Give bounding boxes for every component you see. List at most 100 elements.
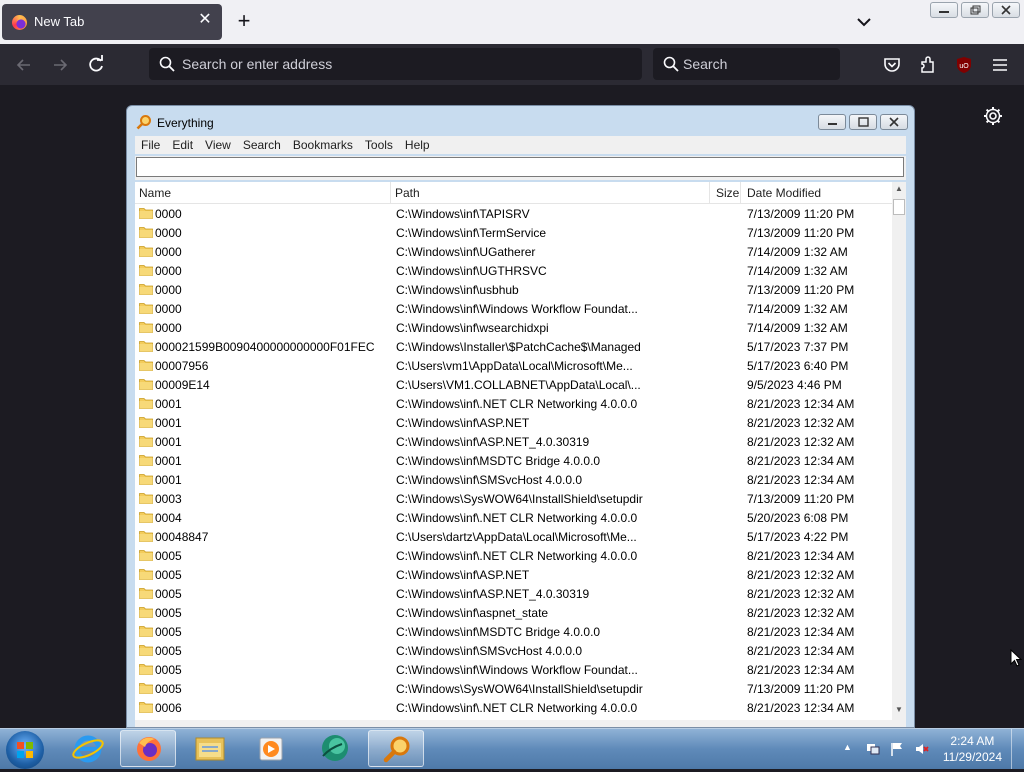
reload-icon[interactable] <box>85 54 107 76</box>
row-name: 0005 <box>155 568 182 582</box>
folder-icon <box>139 435 153 447</box>
folder-icon <box>139 530 153 542</box>
menu-tools[interactable]: Tools <box>359 136 399 154</box>
table-row[interactable]: 0000 C:\Windows\inf\wsearchidxpi 7/14/2009… <box>135 318 892 337</box>
table-row[interactable]: 0000 C:\Windows\inf\usbhub 7/13/2009 11:20… <box>135 280 892 299</box>
row-path: C:\Windows\inf\UGTHRSVC <box>396 264 547 278</box>
search-bar[interactable]: Search <box>653 48 840 80</box>
start-button[interactable] <box>6 731 44 769</box>
table-row[interactable]: 0005 C:\Windows\inf\ASP.NET_4.0.30319 8/21… <box>135 584 892 603</box>
row-name: 0005 <box>155 549 182 563</box>
column-path-header[interactable]: Path <box>395 186 420 200</box>
menu-edit[interactable]: Edit <box>166 136 199 154</box>
gear-icon[interactable] <box>982 105 1004 127</box>
volume-muted-icon[interactable] <box>914 741 930 757</box>
menu-file[interactable]: File <box>135 136 166 154</box>
tab-new-tab[interactable]: New Tab ✕ <box>2 4 222 40</box>
table-row[interactable]: 0003 C:\Windows\SysWOW64\InstallShield\se… <box>135 489 892 508</box>
system-clock[interactable]: 2:24 AM 11/29/2024 <box>943 733 1002 765</box>
vertical-scrollbar[interactable]: ▲ ▼ <box>892 182 906 727</box>
table-row[interactable]: 0000 C:\Windows\inf\TermService 7/13/2009 … <box>135 223 892 242</box>
everything-search-input[interactable] <box>136 157 904 177</box>
table-row[interactable]: 000021599B0090400000000000F01FEC C:\Windo… <box>135 337 892 356</box>
table-row[interactable]: 0000 C:\Windows\inf\TAPISRV 7/13/2009 11:2… <box>135 204 892 223</box>
table-row[interactable]: 0006 C:\Windows\inf\.NET CLR Networking 4… <box>135 698 892 717</box>
menu-view[interactable]: View <box>199 136 237 154</box>
taskbar-file-explorer[interactable] <box>182 730 238 767</box>
ublock-origin-icon[interactable]: uO <box>953 54 975 76</box>
table-row[interactable]: 0001 C:\Windows\inf\ASP.NET 8/21/2023 12:3… <box>135 413 892 432</box>
new-tab-button[interactable]: + <box>232 9 256 33</box>
folder-icon <box>139 283 153 295</box>
everything-minimize-button[interactable] <box>818 114 846 130</box>
taskbar-everything[interactable] <box>368 730 424 767</box>
column-size-header[interactable]: Size <box>716 186 739 200</box>
horizontal-scrollbar[interactable] <box>135 720 892 727</box>
menu-bookmarks[interactable]: Bookmarks <box>287 136 359 154</box>
table-row[interactable]: 0001 C:\Windows\inf\SMSvcHost 4.0.0.0 8/21… <box>135 470 892 489</box>
column-date-header[interactable]: Date Modified <box>747 186 821 200</box>
list-all-tabs-icon[interactable] <box>852 10 876 34</box>
table-row[interactable]: 0005 C:\Windows\inf\.NET CLR Networking 4… <box>135 546 892 565</box>
row-date-modified: 8/21/2023 12:32 AM <box>747 416 855 430</box>
column-divider[interactable] <box>390 182 391 203</box>
back-icon[interactable] <box>13 54 35 76</box>
folder-icon <box>139 454 153 466</box>
menu-icon[interactable] <box>989 54 1011 76</box>
table-row[interactable]: 0005 C:\Windows\inf\MSDTC Bridge 4.0.0.0 8… <box>135 622 892 641</box>
table-row[interactable]: 0000 C:\Windows\inf\UGatherer 7/14/2009 1:… <box>135 242 892 261</box>
everything-maximize-button[interactable] <box>849 114 877 130</box>
taskbar-app-globe[interactable] <box>306 730 362 767</box>
taskbar-internet-explorer[interactable] <box>60 730 116 767</box>
row-date-modified: 8/21/2023 12:32 AM <box>747 568 855 582</box>
table-row[interactable]: 0000 C:\Windows\inf\Windows Workflow Foun… <box>135 299 892 318</box>
extensions-icon[interactable] <box>917 54 939 76</box>
row-date-modified: 8/21/2023 12:34 AM <box>747 397 855 411</box>
table-row[interactable]: 0001 C:\Windows\inf\MSDTC Bridge 4.0.0.0 8… <box>135 451 892 470</box>
table-row[interactable]: 0000 C:\Windows\inf\UGTHRSVC 7/14/2009 1:3… <box>135 261 892 280</box>
tab-close-button[interactable]: ✕ <box>196 11 214 29</box>
minimize-button[interactable] <box>930 2 958 18</box>
folder-icon <box>139 302 153 314</box>
everything-search-area <box>135 156 906 180</box>
table-row[interactable]: 0001 C:\Windows\inf\.NET CLR Networking 4… <box>135 394 892 413</box>
table-row[interactable]: 0004 C:\Windows\inf\.NET CLR Networking 4… <box>135 508 892 527</box>
row-name: 0000 <box>155 283 182 297</box>
row-name: 00048847 <box>155 530 209 544</box>
row-path: C:\Windows\inf\Windows Workflow Foundat.… <box>396 302 638 316</box>
row-name: 0000 <box>155 302 182 316</box>
taskbar-firefox[interactable] <box>120 730 176 767</box>
show-hidden-icons-arrow[interactable]: ▲ <box>843 742 859 758</box>
network-icon[interactable] <box>865 741 881 757</box>
restore-button[interactable] <box>961 2 989 18</box>
table-row[interactable]: 0005 C:\Windows\inf\SMSvcHost 4.0.0.0 8/21… <box>135 641 892 660</box>
table-row[interactable]: 00009E14 C:\Users\VM1.COLLABNET\AppData\L… <box>135 375 892 394</box>
forward-icon[interactable] <box>49 54 71 76</box>
file-explorer-icon <box>195 737 225 761</box>
column-divider[interactable] <box>740 182 741 203</box>
table-row[interactable]: 0001 C:\Windows\inf\ASP.NET_4.0.30319 8/21… <box>135 432 892 451</box>
table-row[interactable]: 0005 C:\Windows\inf\Windows Workflow Foun… <box>135 660 892 679</box>
table-row[interactable]: 0005 C:\Windows\inf\ASP.NET 8/21/2023 12:3… <box>135 565 892 584</box>
action-center-flag-icon[interactable] <box>889 741 905 757</box>
scroll-down-arrow[interactable]: ▼ <box>892 703 906 717</box>
everything-close-button[interactable] <box>880 114 908 130</box>
column-divider[interactable] <box>709 182 710 203</box>
show-desktop-button[interactable] <box>1011 729 1024 769</box>
table-row[interactable]: 0005 C:\Windows\inf\aspnet_state 8/21/2023… <box>135 603 892 622</box>
column-name-header[interactable]: Name <box>139 186 171 200</box>
app-globe-icon <box>322 735 348 761</box>
menu-search[interactable]: Search <box>237 136 287 154</box>
close-window-button[interactable] <box>992 2 1020 18</box>
table-row[interactable]: 0005 C:\Windows\SysWOW64\InstallShield\se… <box>135 679 892 698</box>
address-bar[interactable]: Search or enter address <box>149 48 642 80</box>
scroll-thumb[interactable] <box>893 199 905 215</box>
address-placeholder: Search or enter address <box>182 56 333 72</box>
taskbar-media-player[interactable] <box>244 730 300 767</box>
menu-help[interactable]: Help <box>399 136 436 154</box>
scroll-up-arrow[interactable]: ▲ <box>892 182 906 196</box>
pocket-icon[interactable] <box>881 54 903 76</box>
table-row[interactable]: 00007956 C:\Users\vm1\AppData\Local\Micro… <box>135 356 892 375</box>
table-row[interactable]: 00048847 C:\Users\dartz\AppData\Local\Mic… <box>135 527 892 546</box>
row-path: C:\Windows\Installer\$PatchCache$\Manage… <box>396 340 641 354</box>
